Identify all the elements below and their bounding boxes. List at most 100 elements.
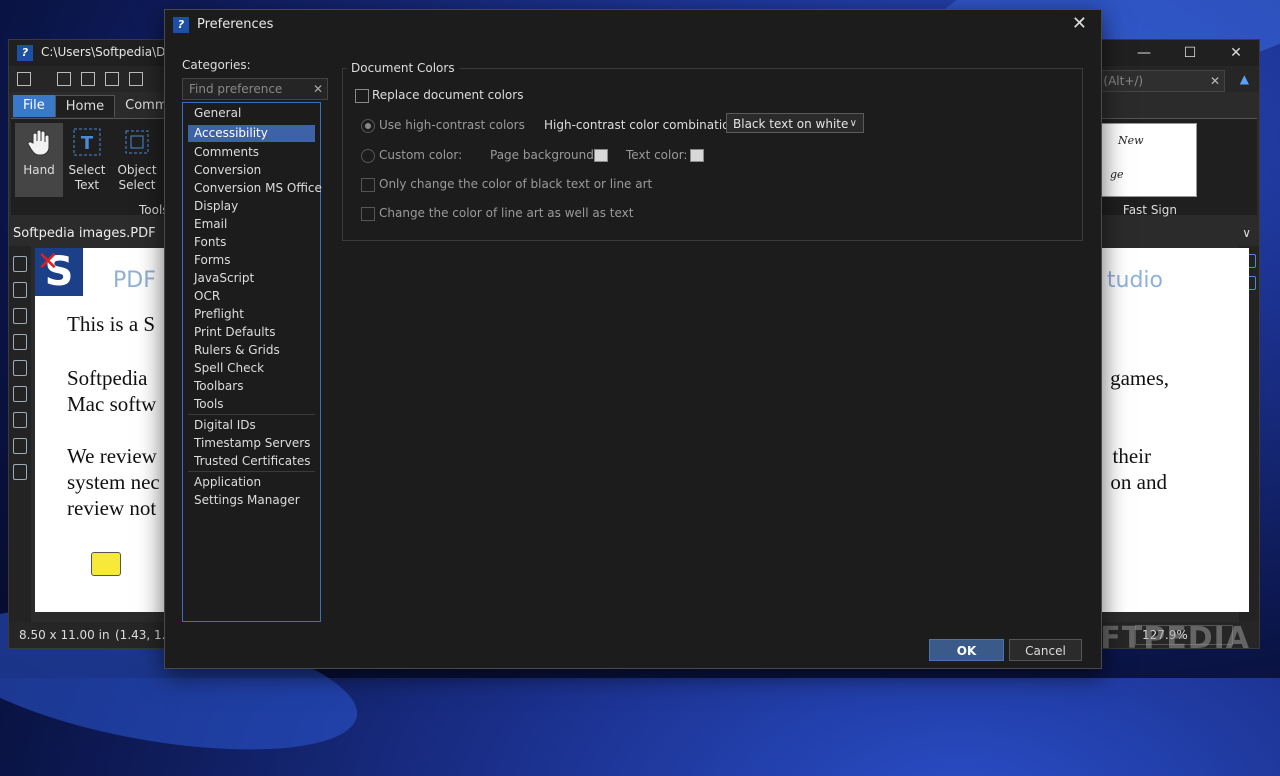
category-application[interactable]: Application (188, 474, 315, 491)
category-spell-check[interactable]: Spell Check (188, 360, 315, 377)
color-combination-select[interactable]: Black text on white ∨ (726, 113, 864, 133)
page-text: This is a S (67, 312, 156, 336)
select-text-tool-button[interactable]: T Select Text (63, 123, 111, 193)
open-folder-icon[interactable] (17, 72, 31, 86)
line-art-checkbox[interactable] (361, 207, 375, 221)
close-mark-icon: ✕ (37, 248, 59, 277)
page-size: 8.50 x 11.00 in (19, 628, 110, 642)
high-contrast-radio[interactable] (361, 119, 375, 133)
category-tools[interactable]: Tools (188, 396, 315, 413)
category-email[interactable]: Email (188, 216, 315, 233)
find-placeholder: Find preference (189, 82, 283, 96)
signature-preview: New (1118, 134, 1144, 147)
category-rulers-grids[interactable]: Rulers & Grids (188, 342, 315, 359)
save-all-icon[interactable] (81, 72, 95, 86)
fast-sign-gallery[interactable]: New ge (1095, 123, 1197, 197)
chevron-down-icon: ∨ (849, 118, 857, 129)
collapse-ribbon-icon[interactable]: ▲ (1240, 72, 1249, 86)
lock-icon[interactable] (13, 412, 27, 428)
hand-tool-button[interactable]: Hand (15, 123, 63, 197)
close-icon[interactable]: ✕ (1213, 40, 1259, 66)
only-black-text-label: Only change the color of black text or l… (379, 177, 653, 191)
high-contrast-label: Use high-contrast colors (379, 118, 525, 132)
dialog-title: Preferences (197, 17, 274, 32)
category-timestamp-servers[interactable]: Timestamp Servers (188, 435, 315, 452)
object-select-icon (122, 127, 152, 157)
replace-colors-label: Replace document colors (372, 88, 524, 102)
signatures-icon[interactable] (13, 282, 27, 298)
category-display[interactable]: Display (188, 198, 315, 215)
only-black-text-checkbox[interactable] (361, 178, 375, 192)
category-general[interactable]: General (188, 105, 315, 122)
object-select-tool-button[interactable]: Object Select (113, 123, 161, 193)
hand-icon (24, 127, 54, 157)
ok-button[interactable]: OK (929, 639, 1004, 661)
svg-text:T: T (81, 133, 94, 154)
category-accessibility[interactable]: Accessibility (188, 125, 315, 142)
line-art-label: Change the color of line art as well as … (379, 206, 634, 220)
document-colors-title: Document Colors (347, 61, 459, 75)
category-forms[interactable]: Forms (188, 252, 315, 269)
category-digital-ids[interactable]: Digital IDs (188, 417, 315, 434)
save-icon[interactable] (57, 72, 71, 86)
page-text: We review (67, 444, 157, 468)
page-heading-left: PDF (113, 268, 156, 293)
custom-color-radio[interactable] (361, 149, 375, 163)
app-logo-icon: ? (17, 45, 33, 61)
tag-icon[interactable] (13, 464, 27, 480)
object-select-label: Object Select (117, 163, 157, 192)
preferences-dialog: ? Preferences ✕ Categories: Find prefere… (164, 9, 1102, 669)
text-color-label: Text color: (626, 148, 688, 162)
window-controls: — ☐ ✕ (1121, 40, 1259, 66)
page-background-swatch[interactable] (594, 149, 608, 162)
page-text: Softpedia (67, 366, 148, 390)
category-print-defaults[interactable]: Print Defaults (188, 324, 315, 341)
category-conversion-ms-office[interactable]: Conversion MS Office (188, 180, 322, 197)
clear-search-icon[interactable]: ✕ (313, 79, 323, 99)
category-trusted-certificates[interactable]: Trusted Certificates (188, 453, 315, 470)
replace-colors-checkbox[interactable] (355, 89, 369, 103)
page-heading-right: tudio (1106, 268, 1163, 293)
sticky-note-icon[interactable] (91, 552, 121, 576)
tab-home[interactable]: Home (54, 95, 116, 117)
layers-icon[interactable] (13, 360, 27, 376)
category-javascript[interactable]: JavaScript (188, 270, 315, 287)
category-settings-manager[interactable]: Settings Manager (188, 492, 315, 509)
categories-label: Categories: (182, 58, 251, 72)
find-preference-input[interactable]: Find preference ✕ (182, 78, 328, 100)
category-fonts[interactable]: Fonts (188, 234, 315, 251)
maximize-icon[interactable]: ☐ (1167, 40, 1213, 66)
fields-icon[interactable] (13, 438, 27, 454)
clear-search-icon[interactable]: ✕ (1210, 71, 1220, 91)
tell-me-search[interactable]: ls (Alt+/) ✕ (1085, 70, 1225, 92)
category-conversion[interactable]: Conversion (188, 162, 315, 179)
document-tab[interactable]: Softpedia images.PDF (13, 226, 156, 241)
text-color-swatch[interactable] (690, 149, 704, 162)
left-side-toolbar (9, 246, 31, 622)
export-icon[interactable] (129, 72, 143, 86)
page-text: Mac softw (67, 392, 157, 416)
signature-preview: ge (1110, 168, 1124, 181)
pages-icon[interactable] (13, 256, 27, 272)
print-icon[interactable] (105, 72, 119, 86)
page-background-label: Page background: (490, 148, 598, 162)
custom-color-label: Custom color: (379, 148, 463, 162)
category-comments[interactable]: Comments (188, 144, 315, 161)
chevron-down-icon[interactable]: ∨ (1242, 226, 1251, 240)
page-text: on and (1110, 470, 1167, 494)
page-text: their (1112, 444, 1151, 468)
bookmarks-icon[interactable] (13, 308, 27, 324)
minimize-icon[interactable]: — (1121, 40, 1167, 66)
dialog-title-bar: ? Preferences ✕ (165, 10, 1101, 40)
hand-tool-label: Hand (23, 163, 55, 177)
tab-file[interactable]: File (13, 95, 55, 117)
category-preflight[interactable]: Preflight (188, 306, 315, 323)
category-ocr[interactable]: OCR (188, 288, 315, 305)
cancel-button[interactable]: Cancel (1009, 639, 1082, 661)
attachments-icon[interactable] (13, 334, 27, 350)
destinations-icon[interactable] (13, 386, 27, 402)
close-icon[interactable]: ✕ (1072, 13, 1087, 34)
category-toolbars[interactable]: Toolbars (188, 378, 315, 395)
page-text: system nec (67, 470, 160, 494)
select-text-label: Select Text (68, 163, 106, 192)
